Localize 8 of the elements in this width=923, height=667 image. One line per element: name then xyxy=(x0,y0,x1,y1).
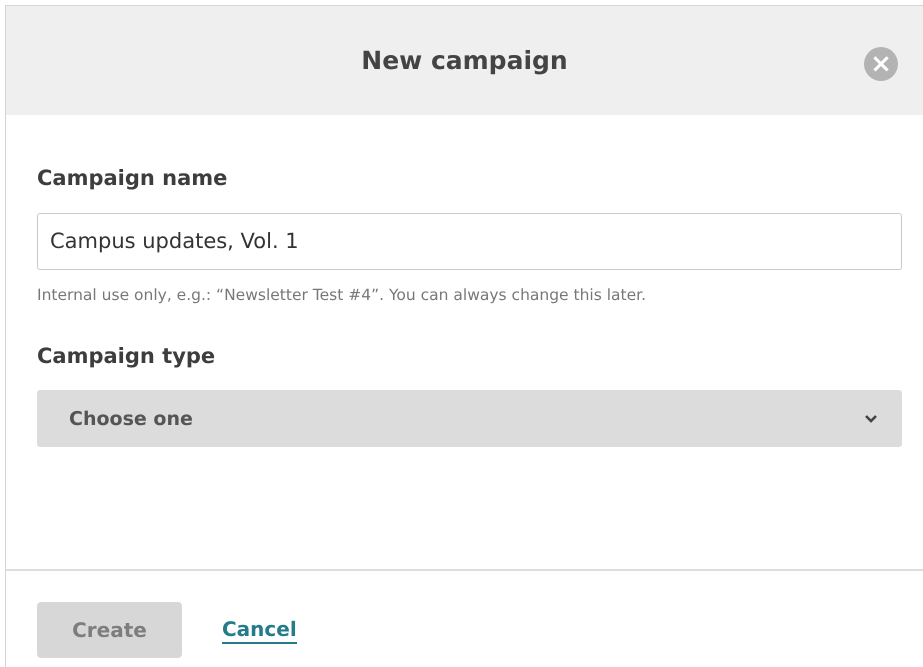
campaign-name-field[interactable]: Campus updates, Vol. 1 xyxy=(37,212,902,270)
campaign-type-dropdown[interactable]: Choose one xyxy=(37,390,902,448)
field-label: Campaign type xyxy=(37,342,216,370)
chevron-down-icon xyxy=(864,414,878,424)
help-text: Internal use only, e.g.: “Newsletter Test #4”. You can always change this later. xyxy=(37,284,648,306)
field-label: Campaign name xyxy=(37,165,228,192)
dialog-title: New campaign xyxy=(361,44,568,77)
cancel-link[interactable]: Cancel xyxy=(222,616,297,644)
